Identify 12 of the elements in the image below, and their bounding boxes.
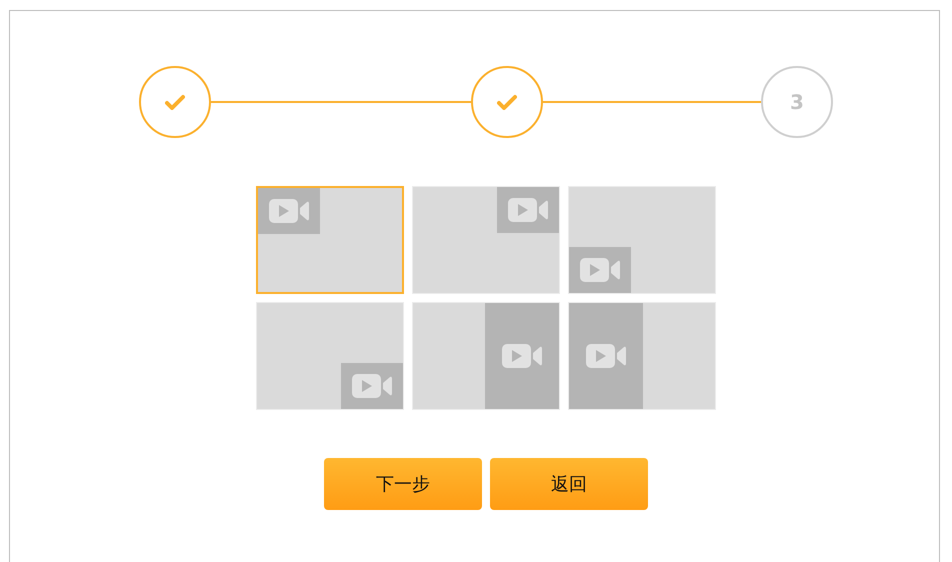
check-icon xyxy=(165,94,185,110)
back-button[interactable]: 返回 xyxy=(490,458,648,510)
video-camera-icon xyxy=(352,374,392,398)
video-camera-icon xyxy=(502,344,542,368)
next-button[interactable]: 下一步 xyxy=(324,458,482,510)
step-circle: 3 xyxy=(761,66,833,138)
video-camera-icon xyxy=(269,199,309,223)
video-camera-icon xyxy=(508,198,548,222)
video-camera-icon xyxy=(586,344,626,368)
video-camera-icon xyxy=(580,258,620,282)
layout-option[interactable] xyxy=(256,186,404,294)
check-icon xyxy=(497,94,517,110)
